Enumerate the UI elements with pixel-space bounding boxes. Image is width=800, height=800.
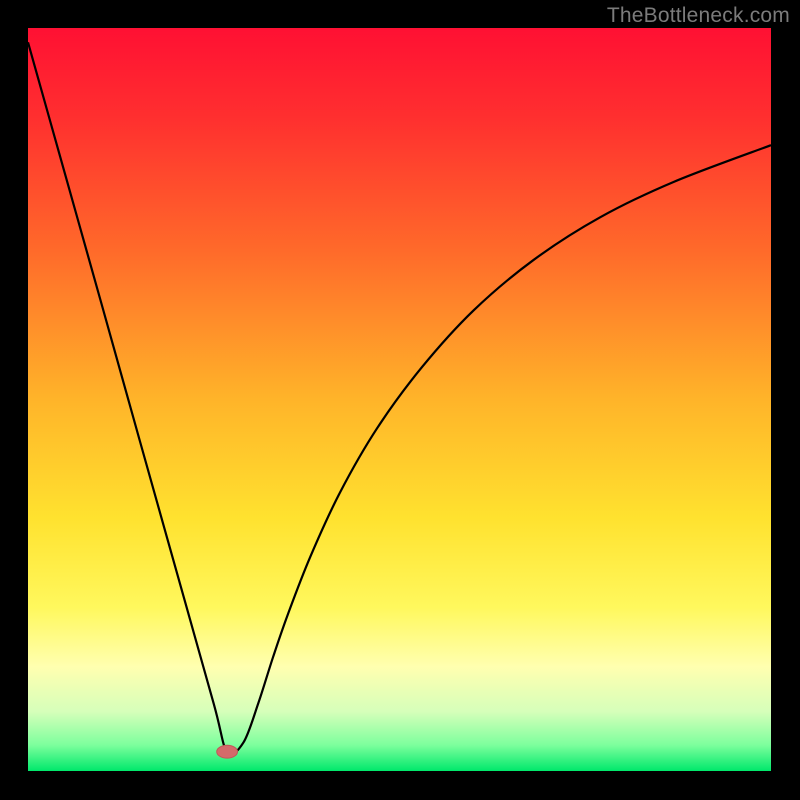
plot-background: [28, 28, 771, 771]
watermark-text: TheBottleneck.com: [607, 4, 790, 28]
bottleneck-plot: [28, 28, 771, 771]
chart-frame: TheBottleneck.com: [0, 0, 800, 800]
minimum-marker: [217, 745, 238, 758]
